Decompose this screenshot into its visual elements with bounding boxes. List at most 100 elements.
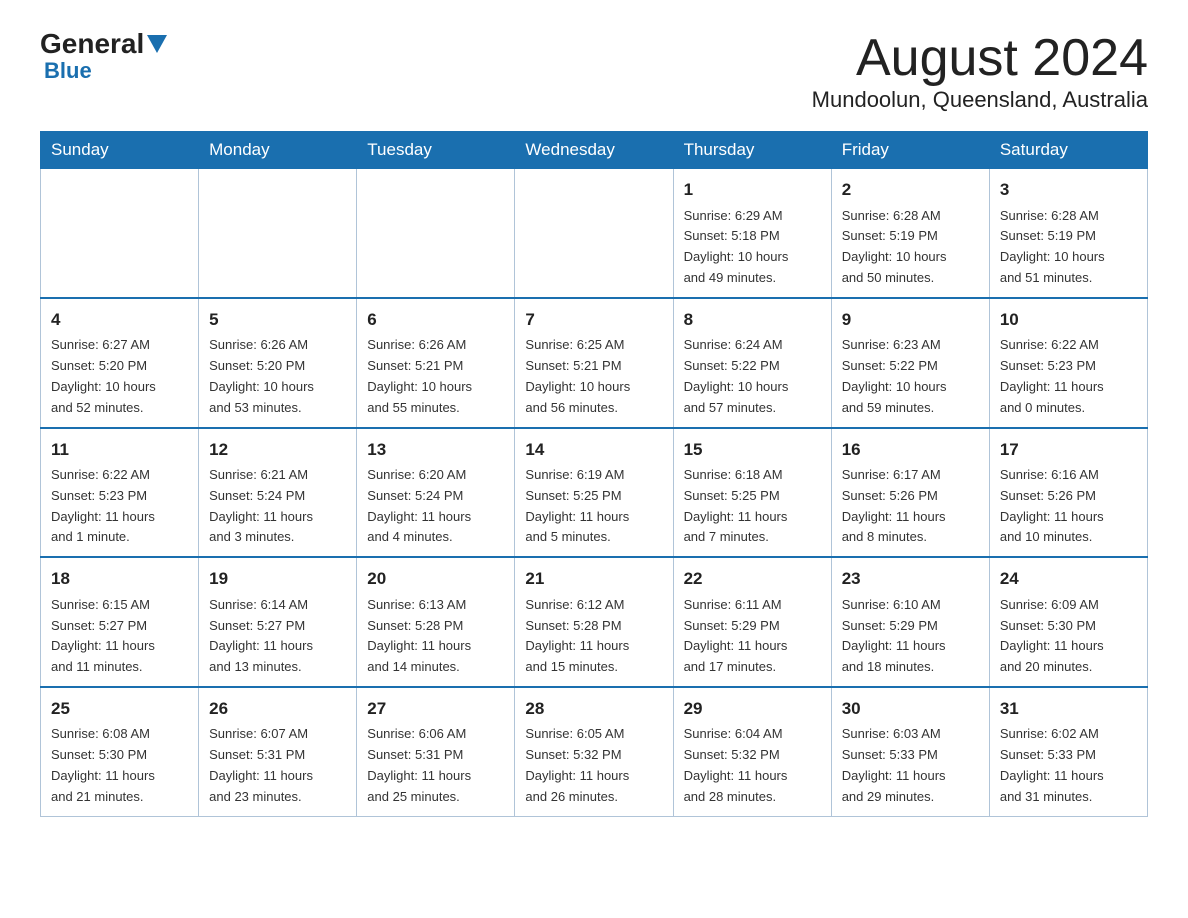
day-info: Sunrise: 6:28 AMSunset: 5:19 PMDaylight:… — [842, 206, 979, 289]
day-info: Sunrise: 6:15 AMSunset: 5:27 PMDaylight:… — [51, 595, 188, 678]
day-info: Sunrise: 6:29 AMSunset: 5:18 PMDaylight:… — [684, 206, 821, 289]
day-info: Sunrise: 6:13 AMSunset: 5:28 PMDaylight:… — [367, 595, 504, 678]
calendar-cell: 24 Sunrise: 6:09 AMSunset: 5:30 PMDayligh… — [989, 557, 1147, 687]
day-info: Sunrise: 6:17 AMSunset: 5:26 PMDaylight:… — [842, 465, 979, 548]
day-info: Sunrise: 6:07 AMSunset: 5:31 PMDaylight:… — [209, 724, 346, 807]
day-number: 3 — [1000, 177, 1137, 203]
calendar-cell: 19 Sunrise: 6:14 AMSunset: 5:27 PMDayligh… — [199, 557, 357, 687]
day-number: 4 — [51, 307, 188, 333]
day-info: Sunrise: 6:21 AMSunset: 5:24 PMDaylight:… — [209, 465, 346, 548]
day-info: Sunrise: 6:26 AMSunset: 5:21 PMDaylight:… — [367, 335, 504, 418]
calendar-cell: 7Sunrise: 6:25 AMSunset: 5:21 PMDaylight… — [515, 298, 673, 428]
day-info: Sunrise: 6:10 AMSunset: 5:29 PMDaylight:… — [842, 595, 979, 678]
calendar-table: SundayMondayTuesdayWednesdayThursdayFrid… — [40, 131, 1148, 816]
calendar-cell: 26Sunrise: 6:07 AMSunset: 5:31 PMDayligh… — [199, 687, 357, 816]
calendar-cell: 20 Sunrise: 6:13 AMSunset: 5:28 PMDayligh… — [357, 557, 515, 687]
calendar-cell: 22 Sunrise: 6:11 AMSunset: 5:29 PMDayligh… — [673, 557, 831, 687]
day-number: 1 — [684, 177, 821, 203]
day-info: Sunrise: 6:05 AMSunset: 5:32 PMDaylight:… — [525, 724, 662, 807]
column-header-sunday: Sunday — [41, 132, 199, 169]
calendar-cell: 30Sunrise: 6:03 AMSunset: 5:33 PMDayligh… — [831, 687, 989, 816]
day-number: 8 — [684, 307, 821, 333]
day-info: Sunrise: 6:02 AMSunset: 5:33 PMDaylight:… — [1000, 724, 1137, 807]
calendar-week-row: 25Sunrise: 6:08 AMSunset: 5:30 PMDayligh… — [41, 687, 1148, 816]
day-info: Sunrise: 6:09 AMSunset: 5:30 PMDaylight:… — [1000, 595, 1137, 678]
day-number: 28 — [525, 696, 662, 722]
day-number: 24 — [1000, 566, 1137, 592]
day-number: 15 — [684, 437, 821, 463]
column-header-wednesday: Wednesday — [515, 132, 673, 169]
logo-general: General — [40, 30, 144, 58]
column-header-friday: Friday — [831, 132, 989, 169]
day-number: 12 — [209, 437, 346, 463]
day-info: Sunrise: 6:03 AMSunset: 5:33 PMDaylight:… — [842, 724, 979, 807]
calendar-cell: 27Sunrise: 6:06 AMSunset: 5:31 PMDayligh… — [357, 687, 515, 816]
day-number: 29 — [684, 696, 821, 722]
logo: General Blue — [40, 30, 167, 84]
calendar-cell: 16Sunrise: 6:17 AMSunset: 5:26 PMDayligh… — [831, 428, 989, 558]
calendar-cell: 1 Sunrise: 6:29 AMSunset: 5:18 PMDaylight… — [673, 169, 831, 298]
day-number: 20 — [367, 566, 504, 592]
calendar-cell: 6Sunrise: 6:26 AMSunset: 5:21 PMDaylight… — [357, 298, 515, 428]
calendar-cell: 17Sunrise: 6:16 AMSunset: 5:26 PMDayligh… — [989, 428, 1147, 558]
day-number: 27 — [367, 696, 504, 722]
column-header-thursday: Thursday — [673, 132, 831, 169]
calendar-week-row: 1 Sunrise: 6:29 AMSunset: 5:18 PMDaylight… — [41, 169, 1148, 298]
calendar-cell: 12Sunrise: 6:21 AMSunset: 5:24 PMDayligh… — [199, 428, 357, 558]
day-info: Sunrise: 6:23 AMSunset: 5:22 PMDaylight:… — [842, 335, 979, 418]
calendar-cell: 3 Sunrise: 6:28 AMSunset: 5:19 PMDaylight… — [989, 169, 1147, 298]
day-number: 17 — [1000, 437, 1137, 463]
calendar-cell: 25Sunrise: 6:08 AMSunset: 5:30 PMDayligh… — [41, 687, 199, 816]
calendar-cell: 11Sunrise: 6:22 AMSunset: 5:23 PMDayligh… — [41, 428, 199, 558]
title-block: August 2024 Mundoolun, Queensland, Austr… — [812, 30, 1148, 113]
calendar-cell: 4Sunrise: 6:27 AMSunset: 5:20 PMDaylight… — [41, 298, 199, 428]
day-number: 30 — [842, 696, 979, 722]
calendar-week-row: 11Sunrise: 6:22 AMSunset: 5:23 PMDayligh… — [41, 428, 1148, 558]
calendar-cell — [515, 169, 673, 298]
day-info: Sunrise: 6:11 AMSunset: 5:29 PMDaylight:… — [684, 595, 821, 678]
day-number: 13 — [367, 437, 504, 463]
day-number: 7 — [525, 307, 662, 333]
day-number: 25 — [51, 696, 188, 722]
column-header-tuesday: Tuesday — [357, 132, 515, 169]
day-number: 14 — [525, 437, 662, 463]
calendar-cell: 10Sunrise: 6:22 AMSunset: 5:23 PMDayligh… — [989, 298, 1147, 428]
day-info: Sunrise: 6:14 AMSunset: 5:27 PMDaylight:… — [209, 595, 346, 678]
day-number: 5 — [209, 307, 346, 333]
day-info: Sunrise: 6:25 AMSunset: 5:21 PMDaylight:… — [525, 335, 662, 418]
calendar-cell: 8Sunrise: 6:24 AMSunset: 5:22 PMDaylight… — [673, 298, 831, 428]
calendar-cell: 15Sunrise: 6:18 AMSunset: 5:25 PMDayligh… — [673, 428, 831, 558]
day-info: Sunrise: 6:22 AMSunset: 5:23 PMDaylight:… — [51, 465, 188, 548]
day-info: Sunrise: 6:28 AMSunset: 5:19 PMDaylight:… — [1000, 206, 1137, 289]
day-info: Sunrise: 6:27 AMSunset: 5:20 PMDaylight:… — [51, 335, 188, 418]
day-info: Sunrise: 6:08 AMSunset: 5:30 PMDaylight:… — [51, 724, 188, 807]
day-info: Sunrise: 6:06 AMSunset: 5:31 PMDaylight:… — [367, 724, 504, 807]
column-header-monday: Monday — [199, 132, 357, 169]
calendar-cell: 13Sunrise: 6:20 AMSunset: 5:24 PMDayligh… — [357, 428, 515, 558]
day-info: Sunrise: 6:22 AMSunset: 5:23 PMDaylight:… — [1000, 335, 1137, 418]
calendar-cell — [199, 169, 357, 298]
day-number: 31 — [1000, 696, 1137, 722]
day-number: 6 — [367, 307, 504, 333]
day-info: Sunrise: 6:16 AMSunset: 5:26 PMDaylight:… — [1000, 465, 1137, 548]
day-number: 23 — [842, 566, 979, 592]
location-title: Mundoolun, Queensland, Australia — [812, 87, 1148, 113]
day-number: 22 — [684, 566, 821, 592]
day-number: 9 — [842, 307, 979, 333]
day-info: Sunrise: 6:24 AMSunset: 5:22 PMDaylight:… — [684, 335, 821, 418]
day-number: 19 — [209, 566, 346, 592]
calendar-cell: 5Sunrise: 6:26 AMSunset: 5:20 PMDaylight… — [199, 298, 357, 428]
calendar-cell: 2 Sunrise: 6:28 AMSunset: 5:19 PMDaylight… — [831, 169, 989, 298]
day-number: 26 — [209, 696, 346, 722]
calendar-week-row: 4Sunrise: 6:27 AMSunset: 5:20 PMDaylight… — [41, 298, 1148, 428]
day-number: 2 — [842, 177, 979, 203]
calendar-cell: 31Sunrise: 6:02 AMSunset: 5:33 PMDayligh… — [989, 687, 1147, 816]
day-number: 16 — [842, 437, 979, 463]
logo-blue: Blue — [40, 58, 92, 84]
day-info: Sunrise: 6:20 AMSunset: 5:24 PMDaylight:… — [367, 465, 504, 548]
calendar-cell: 29Sunrise: 6:04 AMSunset: 5:32 PMDayligh… — [673, 687, 831, 816]
day-number: 21 — [525, 566, 662, 592]
page-header: General Blue August 2024 Mundoolun, Quee… — [40, 30, 1148, 113]
calendar-cell: 23 Sunrise: 6:10 AMSunset: 5:29 PMDayligh… — [831, 557, 989, 687]
calendar-cell: 28Sunrise: 6:05 AMSunset: 5:32 PMDayligh… — [515, 687, 673, 816]
